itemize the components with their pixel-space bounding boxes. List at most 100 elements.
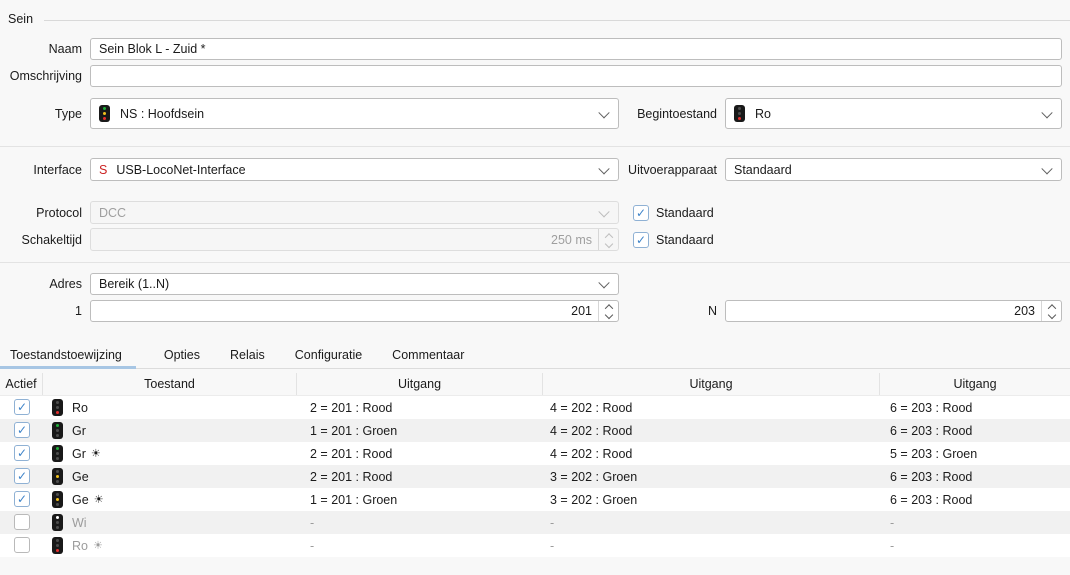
separator: [0, 146, 1070, 147]
chevron-down-icon: [598, 206, 609, 217]
output-cell[interactable]: 1 = 201 : Groen: [310, 419, 397, 442]
tab-configuratie[interactable]: Configuratie: [293, 344, 364, 369]
output-cell[interactable]: -: [890, 511, 894, 534]
table-row[interactable]: Ro☀---: [0, 534, 1070, 557]
output-cell[interactable]: 3 = 202 : Groen: [550, 488, 637, 511]
tab-bar: Toestandstoewijzing Opties Relais Configura…: [0, 344, 1070, 369]
schakeltijd-spinner: 250 ms: [90, 228, 619, 251]
adres-start-value: 201: [571, 301, 592, 321]
adres-end-spinner[interactable]: 203: [725, 300, 1062, 322]
state-label: Ro: [72, 396, 88, 419]
column-header-uitgang[interactable]: Uitgang: [880, 373, 1070, 395]
state-label: Wi: [72, 511, 87, 534]
output-cell[interactable]: 6 = 203 : Rood: [890, 419, 972, 442]
interface-dropdown[interactable]: S USB-LocoNet-Interface: [90, 158, 619, 181]
begintoestand-dropdown[interactable]: Ro: [725, 98, 1062, 129]
schakeltijd-standaard-checkbox[interactable]: [633, 232, 649, 248]
output-cell[interactable]: 2 = 201 : Rood: [310, 396, 392, 419]
output-cell[interactable]: 3 = 202 : Groen: [550, 465, 637, 488]
column-header-uitgang[interactable]: Uitgang: [543, 373, 880, 395]
schakeltijd-standaard-label: Standaard: [656, 233, 714, 247]
interface-value: USB-LocoNet-Interface: [116, 163, 245, 177]
omschrijving-label: Omschrijving: [0, 65, 82, 87]
group-border-line: [44, 20, 1070, 21]
type-dropdown[interactable]: NS : Hoofdsein: [90, 98, 619, 129]
row-active-checkbox[interactable]: [14, 514, 30, 530]
protocol-row: Protocol DCC Standaard: [0, 201, 1070, 224]
output-cell[interactable]: -: [550, 511, 554, 534]
signal-type-icon: [99, 105, 110, 122]
spinner-buttons: [598, 229, 618, 250]
uitvoerapparaat-label: Uitvoerapparaat: [590, 158, 717, 181]
row-active-checkbox[interactable]: [14, 537, 30, 553]
output-cell[interactable]: 1 = 201 : Groen: [310, 488, 397, 511]
begintoestand-value: Ro: [755, 107, 771, 121]
naam-input[interactable]: Sein Blok L - Zuid *: [90, 38, 1062, 60]
adres-row: Adres Bereik (1..N): [0, 273, 1070, 295]
column-header-uitgang[interactable]: Uitgang: [297, 373, 543, 395]
row-active-checkbox[interactable]: [14, 445, 30, 461]
output-cell[interactable]: 6 = 203 : Rood: [890, 488, 972, 511]
tab-opties[interactable]: Opties: [162, 344, 202, 369]
state-label: Gr☀: [72, 442, 101, 465]
output-cell[interactable]: 4 = 202 : Rood: [550, 442, 632, 465]
omschrijving-input[interactable]: [90, 65, 1062, 87]
flash-icon: ☀: [93, 540, 103, 551]
protocol-standaard-option[interactable]: Standaard: [633, 201, 714, 224]
schakeltijd-label: Schakeltijd: [0, 228, 82, 251]
adres-start-spinner[interactable]: 201: [90, 300, 619, 322]
type-value: NS : Hoofdsein: [120, 107, 204, 121]
chevron-down-icon: [598, 277, 609, 288]
table-row[interactable]: Wi - - -: [0, 511, 1070, 534]
signal-aspect-icon: [52, 422, 63, 439]
row-active-checkbox[interactable]: [14, 491, 30, 507]
adres-mode-value: Bereik (1..N): [99, 277, 169, 291]
protocol-label: Protocol: [0, 201, 82, 224]
type-label: Type: [0, 98, 82, 129]
signal-aspect-icon: [52, 445, 63, 462]
adres-start-label: 1: [0, 300, 82, 322]
flash-icon: ☀: [94, 494, 104, 505]
table-row[interactable]: Gr1 = 201 : Groen4 = 202 : Rood6 = 203 :…: [0, 419, 1070, 442]
output-cell[interactable]: -: [550, 534, 554, 557]
uitvoerapparaat-dropdown[interactable]: Standaard: [725, 158, 1062, 181]
protocol-standaard-label: Standaard: [656, 206, 714, 220]
row-active-checkbox[interactable]: [14, 399, 30, 415]
signal-aspect-icon: [52, 491, 63, 508]
column-header-toestand[interactable]: Toestand: [43, 373, 297, 395]
separator: [0, 262, 1070, 263]
table-row[interactable]: Ge☀1 = 201 : Groen3 = 202 : Groen6 = 203…: [0, 488, 1070, 511]
tab-commentaar[interactable]: Commentaar: [390, 344, 466, 369]
type-row: Type NS : Hoofdsein Begintoestand Ro: [0, 98, 1070, 129]
spinner-buttons[interactable]: [1041, 301, 1061, 321]
interface-label: Interface: [0, 158, 82, 181]
column-header-actief[interactable]: Actief: [0, 373, 43, 395]
schakeltijd-standaard-option[interactable]: Standaard: [633, 228, 714, 251]
protocol-standaard-checkbox[interactable]: [633, 205, 649, 221]
tab-relais[interactable]: Relais: [228, 344, 267, 369]
table-row[interactable]: Ro 2 = 201 : Rood 4 = 202 : Rood 6 = 203 : …: [0, 396, 1070, 419]
output-cell[interactable]: 6 = 203 : Rood: [890, 396, 972, 419]
adres-mode-dropdown[interactable]: Bereik (1..N): [90, 273, 619, 295]
table-row[interactable]: Ge2 = 201 : Rood3 = 202 : Groen6 = 203 :…: [0, 465, 1070, 488]
signal-state-icon: [734, 105, 745, 122]
flash-icon: ☀: [91, 448, 101, 459]
uitvoerapparaat-value: Standaard: [734, 163, 792, 177]
tab-toestandstoewijzing[interactable]: Toestandstoewijzing: [0, 344, 136, 369]
output-cell[interactable]: -: [890, 534, 894, 557]
output-cell[interactable]: 2 = 201 : Rood: [310, 442, 392, 465]
chevron-down-icon: [1041, 107, 1052, 118]
row-active-checkbox[interactable]: [14, 468, 30, 484]
output-cell[interactable]: -: [310, 534, 314, 557]
table-row[interactable]: Gr☀ 2 = 201 : Rood 4 = 202 : Rood 5 = 203 :…: [0, 442, 1070, 465]
signal-aspect-icon: [52, 399, 63, 416]
row-active-checkbox[interactable]: [14, 422, 30, 438]
output-cell[interactable]: 4 = 202 : Rood: [550, 419, 632, 442]
protocol-dropdown: DCC: [90, 201, 619, 224]
output-cell[interactable]: 6 = 203 : Rood: [890, 465, 972, 488]
output-cell[interactable]: 5 = 203 : Groen: [890, 442, 977, 465]
output-cell[interactable]: -: [310, 511, 314, 534]
begintoestand-label: Begintoestand: [590, 98, 717, 129]
output-cell[interactable]: 4 = 202 : Rood: [550, 396, 632, 419]
output-cell[interactable]: 2 = 201 : Rood: [310, 465, 392, 488]
